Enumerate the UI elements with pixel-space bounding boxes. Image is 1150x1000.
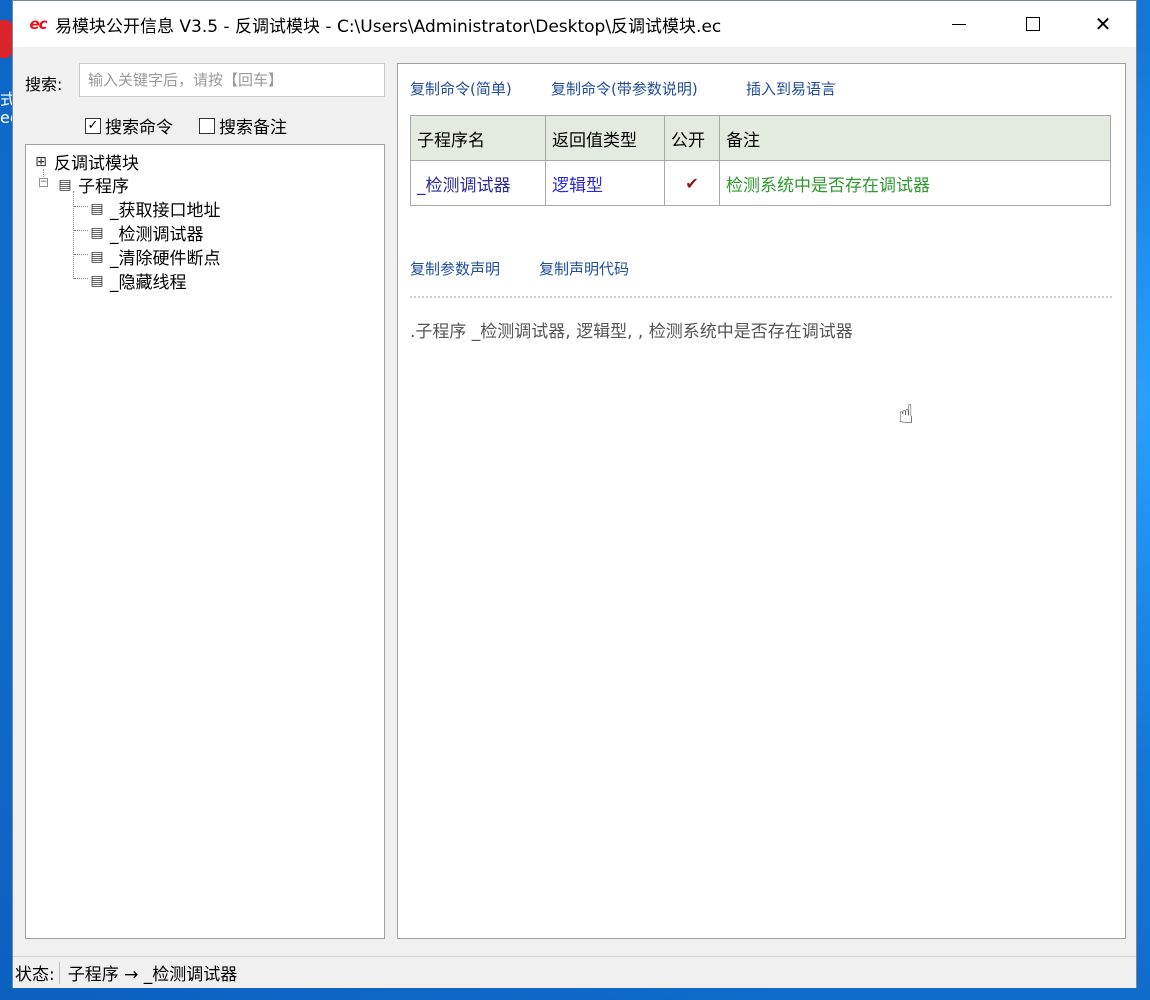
detail-pane: 复制命令(简单) 复制命令(带参数说明) 插入到易语言 子程序名 返回值类型 公… — [397, 63, 1126, 939]
copy-declaration-code-link[interactable]: 复制声明代码 — [539, 258, 629, 279]
tree-root-label: 反调试模块 — [54, 154, 139, 174]
app-logo-icon: ec — [29, 15, 47, 33]
book-icon: ▤ — [58, 176, 72, 193]
declaration-text: .子程序 _检测调试器, 逻辑型, , 检测系统中是否存在调试器 — [410, 322, 853, 342]
tree-item[interactable]: ▤ _清除硬件断点 — [88, 244, 221, 270]
tree-item-label: _隐藏线程 — [110, 273, 187, 293]
checkbox-box[interactable]: ✓ — [85, 117, 101, 134]
column-header-return-type: 返回值类型 — [545, 115, 665, 161]
copy-command-with-params-link[interactable]: 复制命令(带参数说明) — [551, 78, 698, 99]
tree-group-subroutines[interactable]: ▤ 子程序 — [56, 172, 129, 198]
hand-cursor-icon: ☝ — [898, 400, 914, 430]
tree-item[interactable]: ▤ _隐藏线程 — [88, 268, 187, 294]
tree-line — [74, 254, 88, 255]
module-tree[interactable]: − ⊞ 反调试模块 ▤ 子程序 ▤ _获取接口地址 ▤ _检测调试器 ▤ _清除… — [25, 144, 385, 939]
maximize-icon — [1026, 17, 1040, 31]
checkbox-label: 搜索命令 — [105, 118, 173, 138]
tree-root[interactable]: ⊞ 反调试模块 — [32, 149, 139, 175]
copy-command-simple-link[interactable]: 复制命令(简单) — [410, 78, 512, 99]
sub-icon: ▤ — [90, 272, 104, 289]
insert-to-eyuyan-link[interactable]: 插入到易语言 — [746, 78, 836, 99]
tree-line — [74, 278, 88, 279]
tree-item-label: _清除硬件断点 — [110, 249, 221, 269]
minimize-icon — [952, 23, 966, 25]
close-icon: ✕ — [1094, 12, 1112, 36]
tree-line — [73, 191, 74, 279]
status-bar: 状态: 子程序 → _检测调试器 — [13, 956, 1136, 988]
window-title: 易模块公开信息 V3.5 - 反调试模块 - C:\Users\Administ… — [55, 16, 722, 37]
cell-subroutine-name[interactable]: _检测调试器 — [410, 160, 546, 206]
status-text: 子程序 → _检测调试器 — [67, 965, 238, 985]
cell-return-type[interactable]: 逻辑型 — [545, 160, 665, 206]
search-label: 搜索: — [25, 75, 63, 94]
column-header-name: 子程序名 — [410, 115, 546, 161]
minimize-button[interactable] — [924, 1, 994, 47]
search-commands-checkbox[interactable]: ✓ 搜索命令 — [85, 113, 173, 138]
close-button[interactable]: ✕ — [1068, 1, 1138, 47]
column-header-public: 公开 — [664, 115, 720, 161]
sub-icon: ▤ — [90, 200, 104, 217]
copy-param-declaration-link[interactable]: 复制参数声明 — [410, 258, 500, 279]
tree-group-label: 子程序 — [78, 177, 129, 197]
sub-icon: ▤ — [90, 224, 104, 241]
title-bar[interactable]: ec 易模块公开信息 V3.5 - 反调试模块 - C:\Users\Admin… — [13, 1, 1136, 47]
tree-line — [74, 206, 88, 207]
table-row[interactable]: _检测调试器 逻辑型 ✔ 检测系统中是否存在调试器 — [410, 160, 1111, 206]
tree-item-label: _检测调试器 — [110, 225, 204, 245]
module-icon: ⊞ — [35, 153, 47, 170]
status-separator — [58, 961, 60, 984]
table-header-row: 子程序名 返回值类型 公开 备注 — [410, 115, 1111, 161]
separator — [410, 296, 1112, 298]
search-notes-checkbox[interactable]: 搜索备注 — [199, 113, 287, 138]
tree-item[interactable]: ▤ _获取接口地址 — [88, 196, 221, 222]
column-header-note: 备注 — [719, 115, 1111, 161]
tree-line — [74, 230, 88, 231]
tree-item-selected[interactable]: ▤ _检测调试器 — [88, 220, 204, 246]
search-input[interactable] — [79, 63, 385, 97]
desktop-app-icon[interactable] — [0, 20, 12, 58]
maximize-button[interactable] — [998, 1, 1068, 47]
subroutine-table: 子程序名 返回值类型 公开 备注 _检测调试器 逻辑型 ✔ 检测系统中是否存在调… — [410, 115, 1111, 206]
cell-note: 检测系统中是否存在调试器 — [719, 160, 1111, 206]
check-mark-icon: ✓ — [87, 118, 99, 133]
app-window: ec 易模块公开信息 V3.5 - 反调试模块 - C:\Users\Admin… — [12, 0, 1137, 988]
tree-item-label: _获取接口地址 — [110, 201, 221, 221]
checkbox-box[interactable] — [199, 117, 215, 134]
checkbox-label: 搜索备注 — [219, 118, 287, 138]
collapse-toggle[interactable]: − — [39, 178, 48, 187]
public-check-icon: ✔ — [664, 160, 720, 206]
status-label: 状态: — [15, 965, 55, 985]
sub-icon: ▤ — [90, 248, 104, 265]
